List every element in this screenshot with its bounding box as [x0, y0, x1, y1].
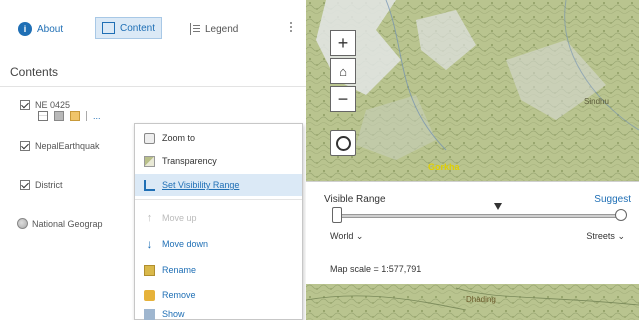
tab-legend-label: Legend [205, 23, 239, 35]
tab-about[interactable]: i About [18, 18, 63, 40]
layer-checkbox[interactable] [20, 180, 30, 190]
locate-icon [335, 135, 351, 151]
zoom-in-button[interactable]: + [330, 30, 356, 56]
menu-item-remove[interactable]: Remove [135, 284, 302, 306]
layer-context-menu: Zoom to Transparency Set Visibility Rang… [134, 123, 303, 320]
legend-icon [190, 23, 200, 35]
tab-about-label: About [37, 23, 64, 35]
left-panel: i About Content Legend Contents NE 0425 … [0, 0, 306, 320]
remove-icon [144, 289, 155, 301]
chevron-down-icon: ⌄ [617, 231, 625, 241]
layer-item-ne0425[interactable]: NE 0425 [20, 100, 70, 110]
layer-tools: ... [38, 111, 101, 121]
info-icon: i [18, 22, 32, 36]
visibility-range-icon [144, 179, 155, 191]
menu-item-label: Transparency [162, 156, 217, 166]
chevron-down-icon: ⌄ [355, 231, 364, 241]
menu-item-label: Zoom to [162, 133, 196, 143]
home-button[interactable]: ⌂ [330, 58, 356, 84]
menu-item-label: Rename [162, 265, 197, 275]
locate-button[interactable] [330, 130, 356, 156]
visible-range-panel: Visible Range Suggest World ⌄ Streets ⌄ … [306, 181, 639, 284]
transparency-icon [144, 155, 155, 167]
basemap-globe-icon [17, 218, 28, 229]
range-slider-fill [337, 215, 619, 217]
tab-bar: i About Content Legend [0, 0, 306, 54]
more-icon [144, 308, 155, 320]
layer-label: District [35, 180, 63, 190]
more-tabs-icon[interactable] [290, 22, 293, 32]
arrow-down-icon: ↓ [146, 236, 153, 251]
visible-range-title: Visible Range [324, 194, 386, 205]
layer-label: National Geograp [32, 218, 103, 229]
zoom-out-button[interactable]: − [330, 86, 356, 112]
zoom-icon [144, 132, 155, 144]
menu-item-label: Move down [162, 239, 209, 249]
layer-label: NepalEarthquak [35, 141, 100, 151]
max-scale-handle[interactable] [615, 209, 627, 221]
min-scale-dropdown[interactable]: World ⌄ [330, 231, 363, 242]
layer-more-button[interactable]: ... [93, 111, 101, 121]
layer-item-nepal-earthquake[interactable]: NepalEarthquak [20, 141, 100, 151]
menu-item-set-visibility-range[interactable]: Set Visibility Range [135, 174, 302, 196]
layer-checkbox[interactable] [20, 141, 30, 151]
menu-item-move-down[interactable]: ↓ Move down [135, 233, 302, 255]
range-slider-track[interactable] [336, 214, 620, 218]
rename-icon [144, 264, 155, 276]
max-scale-value: Streets [586, 231, 615, 241]
layer-checkbox[interactable] [20, 100, 30, 110]
min-scale-value: World [330, 231, 354, 241]
max-scale-dropdown[interactable]: Streets ⌄ [586, 231, 625, 242]
plus-icon: + [337, 32, 349, 53]
folder-icon[interactable] [70, 111, 80, 121]
min-scale-handle[interactable] [332, 207, 342, 223]
menu-item-rename[interactable]: Rename [135, 259, 302, 281]
content-icon [102, 22, 115, 34]
divider [0, 86, 306, 87]
tab-legend[interactable]: Legend [190, 18, 238, 40]
tab-content-label: Content [120, 22, 156, 34]
layer-item-national-geographic[interactable]: National Geograp [17, 218, 103, 229]
menu-item-label: Move up [162, 213, 197, 223]
menu-item-show[interactable]: Show [135, 307, 302, 320]
map-scale-readout: Map scale = 1:577,791 [330, 264, 422, 274]
menu-item-label: Remove [162, 290, 196, 300]
layer-label: NE 0425 [35, 100, 71, 110]
legend-swatch-icon[interactable] [54, 111, 64, 121]
menu-item-transparency[interactable]: Transparency [135, 150, 302, 172]
home-icon: ⌂ [339, 63, 347, 79]
contents-title: Contents [10, 65, 59, 79]
layer-item-district[interactable]: District [20, 180, 63, 190]
table-icon[interactable] [38, 111, 48, 121]
menu-item-move-up[interactable]: ↑ Move up [135, 207, 302, 229]
map-place-label: Sindhu [584, 97, 609, 106]
arrow-up-icon: ↑ [146, 211, 153, 224]
menu-item-label: Set Visibility Range [162, 180, 240, 190]
minus-icon: − [337, 88, 349, 109]
map-place-label: Gorkha [428, 162, 460, 172]
current-scale-marker-icon [494, 203, 502, 210]
suggest-link[interactable]: Suggest [594, 194, 631, 205]
menu-divider [135, 199, 302, 200]
map-place-label: Dhading [466, 295, 496, 304]
tools-separator [86, 111, 87, 121]
tab-content[interactable]: Content [95, 17, 163, 39]
menu-item-zoom-to[interactable]: Zoom to [135, 127, 302, 149]
menu-item-label: Show [162, 309, 185, 319]
